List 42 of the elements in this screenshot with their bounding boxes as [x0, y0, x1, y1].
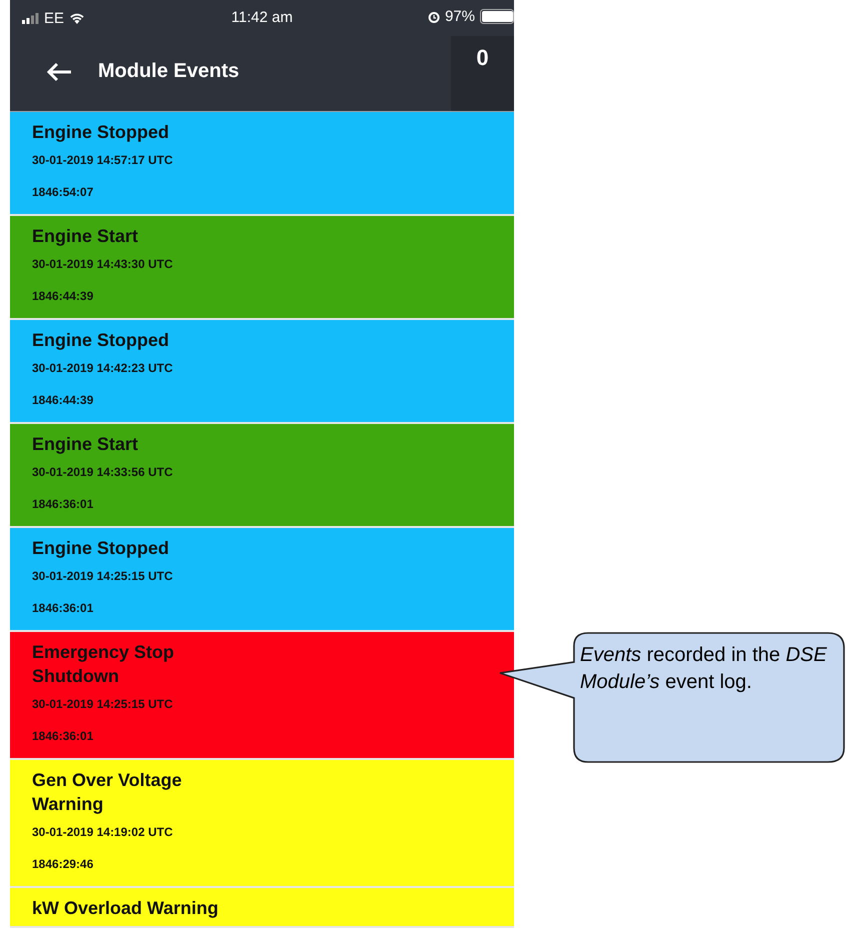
event-timestamp: 30-01-2019 14:19:02 UTC: [32, 824, 174, 841]
event-row[interactable]: Engine Start 30-01-2019 14:43:30 UTC 1846:44:39: [10, 216, 514, 320]
engine-hours: 1846:54:07: [32, 184, 94, 201]
event-row[interactable]: Engine Stopped 30-01-2019 14:25:15 UTC 1846:36:01: [10, 528, 514, 632]
event-row[interactable]: kW Overload Warning: [10, 888, 514, 928]
engine-hours: 1846:44:39: [32, 392, 94, 409]
callout-text: Events recorded in the DSE Module’s event log.: [580, 643, 828, 695]
event-timestamp: 30-01-2019 14:25:15 UTC: [32, 568, 174, 585]
event-timestamp: 30-01-2019 14:33:56 UTC: [32, 464, 174, 481]
clock-time: 11:42 am: [231, 9, 293, 26]
event-timestamp: 30-01-2019 14:25:15 UTC: [32, 696, 174, 713]
event-title: Engine Stopped: [32, 537, 170, 560]
event-row[interactable]: Engine Stopped 30-01-2019 14:57:17 UTC 1846:54:07: [10, 112, 514, 216]
event-title: Gen Over Voltage Warning: [32, 769, 183, 816]
event-title: Engine Stopped: [32, 121, 170, 144]
engine-hours: 1846:36:01: [32, 728, 94, 745]
event-row[interactable]: Emergency Stop Shutdown 30-01-2019 14:25:15 UTC 1846:36:01: [10, 632, 514, 760]
engine-hours: 1846:29:46: [32, 856, 94, 873]
engine-hours: 1846:36:01: [32, 600, 94, 617]
battery-percentage: 97%: [444, 8, 475, 25]
event-title: Engine Start: [32, 225, 140, 248]
alarm-clock-icon: [428, 10, 440, 22]
back-button[interactable]: [46, 62, 72, 82]
screen-title: Module Events: [98, 60, 240, 83]
carrier-name: EE: [44, 10, 64, 26]
event-row[interactable]: Gen Over Voltage Warning 30-01-2019 14:19:02 UTC 1846:29:46: [10, 760, 514, 888]
event-title: Engine Start: [32, 433, 140, 456]
engine-hours: 1846:44:39: [32, 288, 94, 305]
event-title: Engine Stopped: [32, 329, 170, 352]
event-row[interactable]: Engine Start 30-01-2019 14:33:56 UTC 1846:36:01: [10, 424, 514, 528]
event-title: kW Overload Warning: [32, 897, 220, 920]
event-timestamp: 30-01-2019 14:57:17 UTC: [32, 152, 174, 169]
event-count: 0: [476, 45, 489, 71]
battery-icon: [480, 9, 514, 24]
engine-hours: 1846:36:01: [32, 496, 94, 513]
event-timestamp: 30-01-2019 14:43:30 UTC: [32, 256, 174, 273]
back-arrow-icon: [46, 62, 72, 82]
wifi-icon: [69, 12, 86, 24]
event-timestamp: 30-01-2019 14:42:23 UTC: [32, 360, 174, 377]
signal-icon: [22, 12, 39, 24]
event-row[interactable]: Engine Stopped 30-01-2019 14:42:23 UTC 1846:44:39: [10, 320, 514, 424]
event-title: Emergency Stop Shutdown: [32, 641, 176, 688]
